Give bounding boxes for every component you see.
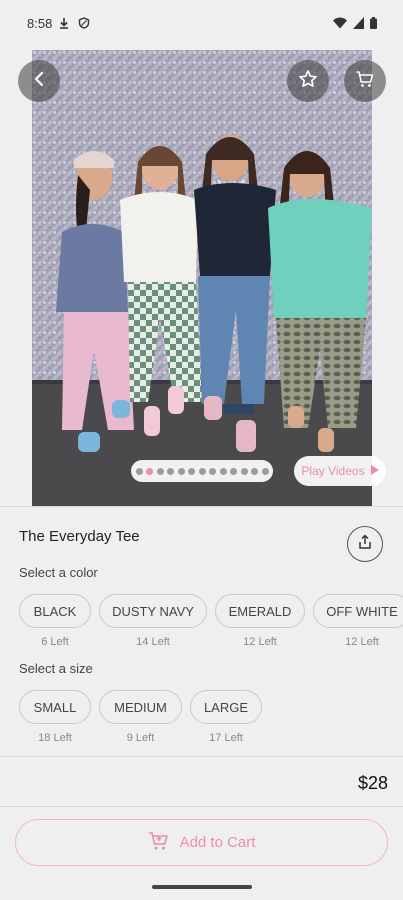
product-title: The Everyday Tee xyxy=(19,528,140,545)
stock-count: 18 Left xyxy=(38,732,72,744)
color-option-button[interactable]: DUSTY NAVY xyxy=(99,594,207,628)
status-left-icons xyxy=(58,16,90,34)
pagination-dot[interactable] xyxy=(167,467,174,475)
cart-icon xyxy=(148,831,170,855)
pagination-dot[interactable] xyxy=(261,467,269,475)
star-icon xyxy=(298,69,318,94)
size-option: SMALL 18 Left xyxy=(19,690,91,744)
pagination-dot[interactable] xyxy=(230,467,237,475)
pagination-dot[interactable] xyxy=(198,467,206,475)
share-button[interactable] xyxy=(347,526,383,562)
back-button[interactable] xyxy=(18,60,60,102)
stock-count: 12 Left xyxy=(243,636,277,648)
stock-count: 17 Left xyxy=(209,732,243,744)
signal-icon xyxy=(353,16,364,34)
size-option: MEDIUM 9 Left xyxy=(99,690,182,744)
size-option-button[interactable]: MEDIUM xyxy=(99,690,182,724)
size-option-button[interactable]: SMALL xyxy=(19,690,91,724)
cart-icon xyxy=(355,69,375,94)
pagination-dot-active[interactable] xyxy=(146,467,153,475)
status-right-icons xyxy=(333,16,377,34)
home-indicator[interactable] xyxy=(152,885,252,889)
size-option-button[interactable]: LARGE xyxy=(190,690,262,724)
battery-icon xyxy=(370,16,377,34)
options-divider xyxy=(0,756,403,757)
play-icon xyxy=(370,464,379,478)
stock-count: 14 Left xyxy=(136,636,170,648)
color-option: BLACK 6 Left xyxy=(19,594,91,648)
add-to-cart-label: Add to Cart xyxy=(179,834,256,851)
gallery-divider xyxy=(0,506,403,507)
color-option: EMERALD 12 Left xyxy=(215,594,305,648)
play-videos-button[interactable]: Play Videos xyxy=(294,456,386,486)
stock-count: 12 Left xyxy=(345,636,379,648)
add-to-cart-button[interactable]: Add to Cart xyxy=(15,819,388,866)
status-bar: 8:58 xyxy=(0,0,403,48)
pagination-dot[interactable] xyxy=(177,467,185,475)
shield-icon xyxy=(78,16,90,34)
product-price: $28 xyxy=(357,773,388,793)
chevron-left-icon xyxy=(31,71,47,92)
gallery-pagination xyxy=(131,460,273,482)
favorite-button[interactable] xyxy=(287,60,329,102)
download-icon xyxy=(58,16,70,34)
size-option: LARGE 17 Left xyxy=(190,690,262,744)
price-divider xyxy=(0,806,403,807)
pagination-dot[interactable] xyxy=(240,467,248,475)
cart-button[interactable] xyxy=(344,60,386,102)
color-option-button[interactable]: EMERALD xyxy=(215,594,305,628)
wifi-icon xyxy=(333,16,347,34)
pagination-dot[interactable] xyxy=(156,467,164,475)
play-videos-label: Play Videos xyxy=(301,464,365,478)
color-option-button[interactable]: OFF WHITE xyxy=(313,594,403,628)
product-gallery[interactable]: Play Videos xyxy=(0,48,403,506)
pagination-dot[interactable] xyxy=(219,467,227,475)
color-section-label: Select a color xyxy=(19,565,98,580)
pagination-dot[interactable] xyxy=(135,467,143,475)
size-section-label: Select a size xyxy=(19,661,93,676)
product-photo[interactable] xyxy=(32,50,372,506)
color-option: DUSTY NAVY 14 Left xyxy=(99,594,207,648)
color-options: BLACK 6 Left DUSTY NAVY 14 Left EMERALD … xyxy=(19,594,403,648)
stock-count: 9 Left xyxy=(126,732,155,744)
pagination-dot[interactable] xyxy=(209,467,216,475)
pagination-dot[interactable] xyxy=(188,467,195,475)
color-option-button[interactable]: BLACK xyxy=(19,594,91,628)
size-options: SMALL 18 Left MEDIUM 9 Left LARGE 17 Lef… xyxy=(19,690,403,744)
share-icon xyxy=(357,534,373,555)
status-time: 8:58 xyxy=(27,16,53,31)
pagination-dot[interactable] xyxy=(251,467,258,475)
color-option: OFF WHITE 12 Left xyxy=(313,594,403,648)
stock-count: 6 Left xyxy=(41,636,69,648)
